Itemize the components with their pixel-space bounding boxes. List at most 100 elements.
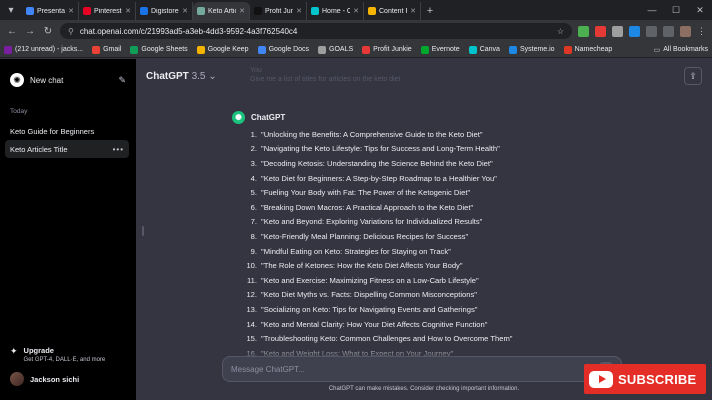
bookmark-star-icon[interactable]: ☆ xyxy=(557,27,564,36)
history-section-label: Today xyxy=(10,108,28,115)
tab-favicon-icon xyxy=(26,7,34,15)
browser-tab-active[interactable]: Keto Articles Ti✕ xyxy=(193,2,250,20)
bookmark-item[interactable]: Evernote xyxy=(420,45,460,54)
bookmark-item[interactable]: Canva xyxy=(468,45,500,54)
tab-close-icon[interactable]: ✕ xyxy=(125,7,131,15)
bookmark-favicon-icon xyxy=(563,45,572,54)
back-icon[interactable]: ← xyxy=(6,26,18,37)
tab-close-icon[interactable]: ✕ xyxy=(410,7,416,15)
share-button[interactable]: ⇪ xyxy=(684,67,702,85)
conversation-title: Keto Guide for Beginners xyxy=(10,126,95,136)
tab-favicon-icon xyxy=(368,7,376,15)
bookmark-label: Google Keep xyxy=(207,46,249,53)
address-bar-row: ← → ↻ ⚲ chat.openai.com/c/21993ad5-a3eb-… xyxy=(0,20,712,42)
profile-avatar[interactable] xyxy=(680,25,691,37)
bookmark-favicon-icon xyxy=(92,45,101,54)
user-message-label: You xyxy=(250,67,262,74)
model-selector[interactable]: ChatGPT 3.5 ⌄ xyxy=(146,71,217,82)
list-item-text: "Breaking Down Macros: A Practical Appro… xyxy=(261,202,474,212)
sidebar-toggle-handle[interactable] xyxy=(142,226,144,236)
new-chat-button[interactable]: ✺ New chat ✎ xyxy=(6,70,130,90)
bookmark-item[interactable]: Google Docs xyxy=(257,45,309,54)
browser-tab[interactable]: Digistore24 | Di✕ xyxy=(136,2,193,20)
message-composer[interactable]: ↑ xyxy=(222,356,622,382)
conversation-title: Keto Articles Title xyxy=(10,144,68,154)
bookmark-favicon-icon xyxy=(508,45,517,54)
new-tab-button[interactable]: + xyxy=(421,2,439,20)
tab-close-icon[interactable]: ✕ xyxy=(296,7,302,15)
extension-icon[interactable] xyxy=(578,25,589,37)
tab-favicon-icon xyxy=(197,7,205,15)
extension-icon[interactable] xyxy=(629,25,640,37)
list-item: 14. "Keto and Mental Clarity: How Your Di… xyxy=(232,317,652,332)
bookmark-label: Namecheap xyxy=(574,46,613,53)
puzzle-icon[interactable] xyxy=(646,25,657,37)
user-name: Jackson sichi xyxy=(30,374,80,384)
user-menu[interactable]: Jackson sichi xyxy=(10,372,79,386)
tab-close-icon[interactable]: ✕ xyxy=(182,7,188,15)
conversation-item-active[interactable]: Keto Articles Title ••• xyxy=(5,140,129,158)
browser-tab[interactable]: Content Planne✕ xyxy=(364,2,421,20)
reload-icon[interactable]: ↻ xyxy=(42,26,54,37)
tab-favicon-icon xyxy=(254,7,262,15)
omnibox[interactable]: ⚲ chat.openai.com/c/21993ad5-a3eb-4dd3-9… xyxy=(60,23,572,39)
new-chat-label: New chat xyxy=(30,75,64,85)
menu-icon[interactable]: ⋮ xyxy=(697,26,706,37)
tab-close-icon[interactable]: ✕ xyxy=(68,7,74,15)
upgrade-subtitle: Get GPT-4, DALL·E, and more xyxy=(23,357,106,363)
list-item-text: "Keto Diet Myths vs. Facts: Dispelling C… xyxy=(261,290,477,300)
edit-icon[interactable]: ✎ xyxy=(118,75,126,86)
side-panel-icon[interactable] xyxy=(663,25,674,37)
list-item-text: "Troubleshooting Keto: Common Challenges… xyxy=(261,334,513,344)
list-item-text: "The Role of Ketones: How the Keto Diet … xyxy=(261,261,463,271)
list-item-number: 15. xyxy=(246,334,257,344)
maximize-icon[interactable]: ☐ xyxy=(664,0,688,20)
subscribe-overlay[interactable]: SUBSCRIBE xyxy=(584,364,706,394)
upgrade-button[interactable]: ✦ Upgrade Get GPT-4, DALL·E, and more xyxy=(10,346,134,363)
extension-icon[interactable] xyxy=(595,25,606,37)
conversation-item[interactable]: Keto Guide for Beginners xyxy=(5,122,129,140)
bookmark-item[interactable]: Google Sheets xyxy=(130,45,188,54)
bookmark-item[interactable]: (212 unread) - jacks... xyxy=(4,45,83,54)
list-item-text: "Unlocking the Benefits: A Comprehensive… xyxy=(261,129,483,139)
list-item-number: 12. xyxy=(246,290,257,300)
bookmark-item[interactable]: Namecheap xyxy=(563,45,613,54)
openai-logo-icon: ✺ xyxy=(10,73,24,87)
browser-tab[interactable]: Profit Junkie -✕ xyxy=(250,2,307,20)
sparkle-icon: ✦ xyxy=(10,346,18,356)
assistant-header: ✺ ChatGPT xyxy=(232,111,652,124)
bookmark-item[interactable]: Profit Junkie xyxy=(362,45,412,54)
browser-tab[interactable]: Pinterest ✕ xyxy=(79,2,136,20)
tab-close-icon[interactable]: ✕ xyxy=(353,7,359,15)
site-info-icon[interactable]: ⚲ xyxy=(68,27,74,36)
tab-label: Presentation - P xyxy=(37,7,66,15)
all-bookmarks-button[interactable]: ▭ All Bookmarks xyxy=(654,46,708,54)
browser-tab[interactable]: Presentation - P✕ xyxy=(22,2,79,20)
list-item: 4. "Keto Diet for Beginners: A Step-by-St… xyxy=(232,171,652,186)
chat-main: ChatGPT 3.5 ⌄ You Give me a list of titl… xyxy=(136,59,712,400)
close-window-icon[interactable]: ✕ xyxy=(688,0,712,20)
bookmark-label: GOALS xyxy=(329,46,354,53)
tab-search-icon[interactable]: ▾ xyxy=(0,0,22,20)
browser-tab[interactable]: Home - Canva✕ xyxy=(307,2,364,20)
bookmark-label: Systeme.io xyxy=(519,46,555,53)
tab-close-icon[interactable]: ✕ xyxy=(239,7,245,15)
extension-icon[interactable] xyxy=(612,25,623,37)
previous-user-message: You Give me a list of titles for article… xyxy=(250,65,401,83)
list-item-number: 1. xyxy=(250,129,257,139)
list-item: 10. "The Role of Ketones: How the Keto Di… xyxy=(232,258,652,273)
bookmark-item[interactable]: Systeme.io xyxy=(508,45,555,54)
folder-icon: ▭ xyxy=(653,46,661,54)
bookmark-item[interactable]: Gmail xyxy=(92,45,121,54)
bookmark-label: Evernote xyxy=(431,46,460,53)
message-input[interactable] xyxy=(231,364,599,374)
minimize-icon[interactable]: — xyxy=(640,0,664,20)
tab-label: Digistore24 | Di xyxy=(151,7,179,15)
url-text[interactable]: chat.openai.com/c/21993ad5-a3eb-4dd3-959… xyxy=(80,27,551,36)
bookmark-item[interactable]: GOALS xyxy=(318,45,354,54)
list-item-text: "Socializing on Keto: Tips for Navigatin… xyxy=(261,304,478,314)
forward-icon[interactable]: → xyxy=(24,26,36,37)
more-options-icon[interactable]: ••• xyxy=(113,145,124,154)
tab-favicon-icon xyxy=(140,7,148,15)
bookmark-item[interactable]: Google Keep xyxy=(196,45,249,54)
